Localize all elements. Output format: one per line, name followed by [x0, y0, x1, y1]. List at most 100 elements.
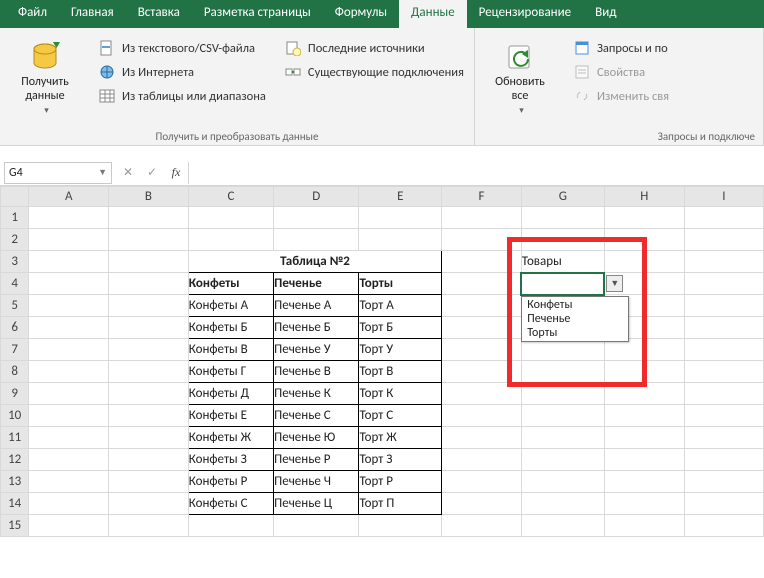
row-header-3[interactable]: 3	[1, 251, 29, 273]
cell-G12[interactable]	[521, 449, 604, 471]
cell-A2[interactable]	[29, 229, 109, 251]
cell-F6[interactable]	[442, 317, 522, 339]
cell-I11[interactable]	[684, 427, 763, 449]
cell-E14[interactable]: Торт П	[359, 493, 442, 515]
cell-I9[interactable]	[684, 383, 763, 405]
cell-E15[interactable]	[359, 515, 442, 537]
cell-F15[interactable]	[442, 515, 522, 537]
cell-B12[interactable]	[109, 449, 189, 471]
name-box[interactable]: G4 ▼	[4, 162, 112, 184]
cell-C5[interactable]: Конфеты А	[188, 295, 273, 317]
cell-H10[interactable]	[604, 405, 684, 427]
get-data-button[interactable]: Получить данные	[8, 32, 82, 124]
col-header-B[interactable]: B	[109, 187, 189, 207]
fx-button[interactable]: fx	[164, 165, 188, 180]
tab-review[interactable]: Рецензирование	[467, 0, 583, 28]
cell-C8[interactable]: Конфеты Г	[188, 361, 273, 383]
cell-E4[interactable]: Торты	[359, 273, 442, 295]
cell-I3[interactable]	[684, 251, 763, 273]
spreadsheet[interactable]: ABCDEFGHI123Таблица №2Товары4КонфетыПече…	[0, 186, 764, 537]
cell-C7[interactable]: Конфеты В	[188, 339, 273, 361]
cell-A13[interactable]	[29, 471, 109, 493]
recent-sources-button[interactable]: Последние источники	[282, 36, 466, 60]
cell-G14[interactable]	[521, 493, 604, 515]
cell-D6[interactable]: Печенье Б	[274, 317, 359, 339]
cell-G4[interactable]	[521, 273, 604, 295]
cell-A14[interactable]	[29, 493, 109, 515]
cell-G7[interactable]	[521, 339, 604, 361]
cell-D11[interactable]: Печенье Ю	[274, 427, 359, 449]
cell-A6[interactable]	[29, 317, 109, 339]
cell-I15[interactable]	[684, 515, 763, 537]
row-header-7[interactable]: 7	[1, 339, 29, 361]
cell-I14[interactable]	[684, 493, 763, 515]
tab-data[interactable]: Данные	[399, 0, 467, 28]
cell-C9[interactable]: Конфеты Д	[188, 383, 273, 405]
cell-C4[interactable]: Конфеты	[188, 273, 273, 295]
cell-H9[interactable]	[604, 383, 684, 405]
from-table-button[interactable]: Из таблицы или диапазона	[96, 84, 268, 108]
cell-A11[interactable]	[29, 427, 109, 449]
cell-G10[interactable]	[521, 405, 604, 427]
cell-B10[interactable]	[109, 405, 189, 427]
cell-A10[interactable]	[29, 405, 109, 427]
cell-H7[interactable]	[604, 339, 684, 361]
queries-panel-button[interactable]: Запросы и по	[571, 36, 671, 60]
tab-page-layout[interactable]: Разметка страницы	[192, 0, 323, 28]
cell-G3[interactable]: Товары	[521, 251, 604, 273]
dropdown-option[interactable]: Печенье	[523, 312, 627, 326]
cell-C2[interactable]	[188, 229, 273, 251]
row-header-6[interactable]: 6	[1, 317, 29, 339]
row-header-8[interactable]: 8	[1, 361, 29, 383]
cell-F3[interactable]	[442, 251, 522, 273]
cell-B14[interactable]	[109, 493, 189, 515]
cell-C6[interactable]: Конфеты Б	[188, 317, 273, 339]
cell-D14[interactable]: Печенье Ц	[274, 493, 359, 515]
cell-C15[interactable]	[188, 515, 273, 537]
cell-B9[interactable]	[109, 383, 189, 405]
cell-G1[interactable]	[521, 207, 604, 229]
cell-F13[interactable]	[442, 471, 522, 493]
cell-I5[interactable]	[684, 295, 763, 317]
cell-A3[interactable]	[29, 251, 109, 273]
cell-B7[interactable]	[109, 339, 189, 361]
cell-E12[interactable]: Торт З	[359, 449, 442, 471]
cell-A7[interactable]	[29, 339, 109, 361]
col-header-C[interactable]: C	[188, 187, 273, 207]
cell-E6[interactable]: Торт Б	[359, 317, 442, 339]
refresh-all-button[interactable]: Обновить все	[483, 32, 557, 124]
row-header-9[interactable]: 9	[1, 383, 29, 405]
cell-F1[interactable]	[442, 207, 522, 229]
cell-F5[interactable]	[442, 295, 522, 317]
cell-I2[interactable]	[684, 229, 763, 251]
cell-F7[interactable]	[442, 339, 522, 361]
cell-I4[interactable]	[684, 273, 763, 295]
cell-D12[interactable]: Печенье Р	[274, 449, 359, 471]
dropdown-arrow[interactable]: ▼	[606, 275, 623, 292]
cell-D13[interactable]: Печенье Ч	[274, 471, 359, 493]
col-header-E[interactable]: E	[359, 187, 442, 207]
cell-I8[interactable]	[684, 361, 763, 383]
cell-C13[interactable]: Конфеты Р	[188, 471, 273, 493]
cell-H13[interactable]	[604, 471, 684, 493]
row-header-11[interactable]: 11	[1, 427, 29, 449]
cell-B15[interactable]	[109, 515, 189, 537]
cell-C3[interactable]: Таблица №2	[188, 251, 442, 273]
cell-B2[interactable]	[109, 229, 189, 251]
row-header-4[interactable]: 4	[1, 273, 29, 295]
cell-F10[interactable]	[442, 405, 522, 427]
cell-E2[interactable]	[359, 229, 442, 251]
cell-F11[interactable]	[442, 427, 522, 449]
col-header-F[interactable]: F	[442, 187, 522, 207]
cell-F14[interactable]	[442, 493, 522, 515]
formula-input[interactable]	[188, 162, 764, 184]
cell-I12[interactable]	[684, 449, 763, 471]
col-header-D[interactable]: D	[274, 187, 359, 207]
col-header-H[interactable]: H	[604, 187, 684, 207]
cell-A1[interactable]	[29, 207, 109, 229]
cell-A8[interactable]	[29, 361, 109, 383]
cell-B5[interactable]	[109, 295, 189, 317]
cell-D5[interactable]: Печенье А	[274, 295, 359, 317]
cell-G8[interactable]	[521, 361, 604, 383]
cell-H12[interactable]	[604, 449, 684, 471]
